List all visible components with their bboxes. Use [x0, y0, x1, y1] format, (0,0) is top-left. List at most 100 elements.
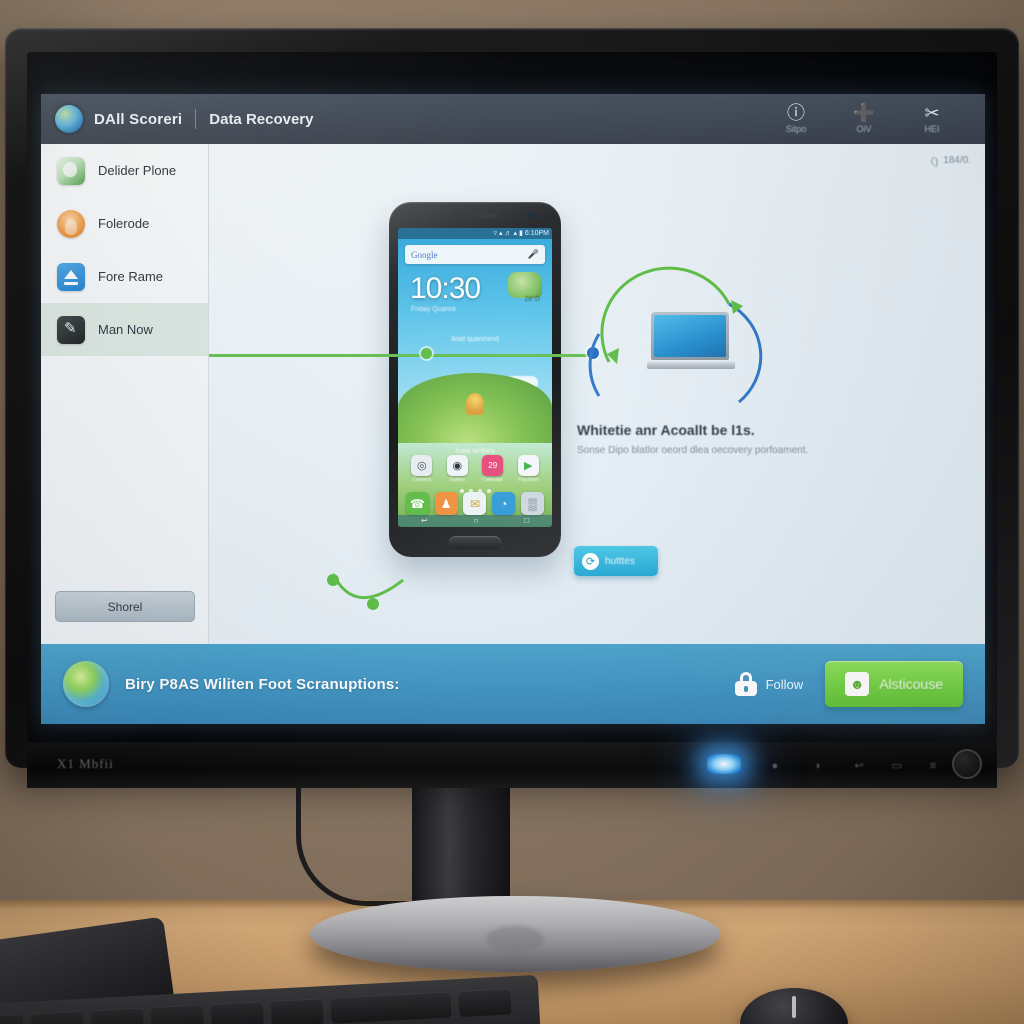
- sidebar-item-fore-rame[interactable]: Fore Rame: [41, 250, 208, 303]
- sync-diagram: [209, 266, 809, 424]
- phone-app-camera[interactable]: ◎ Camera: [411, 455, 433, 483]
- info-subtitle: Sonse Dipo blatlor oeord dlea oecovery p…: [577, 445, 809, 456]
- bezel-button-5[interactable]: ≡: [925, 760, 941, 772]
- key[interactable]: [0, 1013, 25, 1024]
- sidebar-item-man-now[interactable]: Man Now: [41, 303, 208, 356]
- signal-icon: 〈): [924, 157, 939, 168]
- recovery-sync-logo-icon: [63, 661, 109, 707]
- blue-power-led: [707, 754, 741, 774]
- monitor-stand-base: [310, 896, 720, 972]
- sidebar-item-label: Fore Rame: [98, 269, 164, 284]
- google-logo-text: Google: [411, 249, 438, 260]
- app-footer: Biry P8AS Wiliten Foot Scranuptions: Fol…: [41, 644, 985, 724]
- app-drawer-icon[interactable]: ▒: [521, 492, 545, 515]
- phone-app-label: Calendar: [482, 477, 503, 483]
- account-action-label: Alsticouse: [879, 676, 943, 692]
- key[interactable]: [270, 998, 324, 1024]
- gallery-icon: ◉: [446, 455, 468, 476]
- phone-app-label: Gallery: [449, 477, 466, 483]
- phone-weather-label: 28°D: [524, 296, 540, 303]
- volume-icon: ♬: [504, 230, 512, 237]
- browser-icon[interactable]: ◔: [492, 492, 516, 515]
- phone-google-search-bar[interactable]: Google 🎤: [405, 245, 545, 264]
- bezel-button-2[interactable]: ◑: [809, 760, 825, 772]
- key[interactable]: [150, 1004, 204, 1024]
- account-action-button[interactable]: ☻ Alsticouse: [825, 661, 963, 707]
- phone-app-calendar[interactable]: 29 Calendar: [482, 455, 504, 483]
- follow-link-label: Follow: [765, 676, 804, 692]
- header-action-label: HEI: [924, 124, 940, 134]
- footer-text: Biry P8AS Wiliten Foot Scranuptions:: [125, 675, 400, 693]
- lock-icon: [734, 672, 757, 696]
- eject-upload-icon: [57, 262, 85, 291]
- phone-bottom-text: fuwa wcfjors: [455, 448, 495, 455]
- sidebar-footer-button[interactable]: Shorel: [55, 591, 195, 622]
- bezel-button-3[interactable]: ↩: [851, 760, 867, 772]
- monitor-bezel: DAll Scoreri Data Recovery ⓘ Sitpo ➕ OiV…: [27, 52, 997, 742]
- app-body: Delider Plone Folerode Fore Rame Man Now: [41, 144, 985, 644]
- phone-illustration: ▿ ▴ ♬ ▴ ▮ 6:10PM Google 🎤 10:30 Friday Q…: [389, 202, 561, 557]
- app-header: DAll Scoreri Data Recovery ⓘ Sitpo ➕ OiV…: [41, 94, 985, 144]
- monitor-chin: X1 Mbfii ● ◑ ↩ ▭ ≡: [27, 742, 997, 788]
- info-title: Whitetie anr Acoallt be l1s.: [577, 422, 755, 438]
- key[interactable]: [210, 1001, 264, 1024]
- camera-icon: ◎: [411, 455, 433, 476]
- sidebar-item-delider-plone[interactable]: Delider Plone: [41, 144, 208, 197]
- bezel-button-1[interactable]: ●: [767, 760, 783, 772]
- contact-avatar-icon: [57, 209, 85, 238]
- contacts-icon[interactable]: ♟: [434, 492, 458, 515]
- phone-status-time: 6:10PM: [524, 230, 549, 237]
- signal-icon: ▴: [498, 230, 503, 237]
- phone-date-label: Friday Quanra: [411, 306, 456, 313]
- computer-monitor: DAll Scoreri Data Recovery ⓘ Sitpo ➕ OiV…: [5, 28, 1019, 788]
- wifi-icon: ▿: [493, 230, 497, 237]
- scissors-icon: ✂: [924, 103, 940, 123]
- key[interactable]: [90, 1007, 145, 1024]
- battery-icon: ▮: [519, 230, 523, 237]
- main-content: 〈) 184/0. ▿ ▴ ♬ ▴ ▮ 6:10PM Google 🎤 10:3…: [209, 144, 985, 644]
- follow-link[interactable]: Follow: [734, 672, 804, 696]
- sidebar-item-label: Delider Plone: [98, 163, 177, 178]
- header-divider: [195, 109, 197, 129]
- connection-node-green: [421, 348, 432, 359]
- header-action-label: Sitpo: [785, 124, 807, 134]
- header-action-label: OiV: [856, 124, 872, 134]
- key[interactable]: [30, 1010, 85, 1024]
- phone-clock-widget: 10:30: [410, 272, 481, 305]
- sidebar-item-folerode[interactable]: Folerode: [41, 197, 208, 250]
- wallpaper-tree-icon: [466, 393, 484, 415]
- phone-call-icon[interactable]: ☎: [405, 492, 429, 515]
- key[interactable]: [458, 988, 512, 1018]
- phone-app-playstore[interactable]: ▶ Playstore: [517, 455, 539, 483]
- key-space[interactable]: [330, 991, 452, 1024]
- email-icon[interactable]: ✉: [463, 492, 487, 515]
- recents-icon[interactable]: □: [524, 517, 529, 525]
- footer-actions: Follow ☻ Alsticouse: [734, 661, 963, 707]
- calendar-icon: 29: [482, 455, 504, 476]
- connection-line: [209, 354, 594, 357]
- content-cta-button[interactable]: ⟳ hutttes: [574, 546, 658, 576]
- signal-icon: ▴: [513, 230, 518, 237]
- help-circle-icon: ⓘ: [787, 103, 805, 123]
- sidebar: Delider Plone Folerode Fore Rame Man Now: [41, 144, 209, 644]
- phone-screen: ▿ ▴ ♬ ▴ ▮ 6:10PM Google 🎤 10:30 Friday Q…: [398, 228, 552, 527]
- phone-app-gallery[interactable]: ◉ Gallery: [446, 455, 468, 483]
- bottom-connector-arc: [327, 573, 404, 610]
- mic-icon: 🎤: [527, 249, 539, 259]
- power-icon[interactable]: [952, 749, 982, 779]
- account-person-icon: ☻: [845, 672, 870, 696]
- plus-icon: ➕: [852, 103, 876, 123]
- sync-circle-icon: ⟳: [582, 552, 599, 570]
- scissors-icon-button[interactable]: ✂ HEI: [911, 104, 953, 134]
- home-icon[interactable]: ○: [473, 517, 478, 525]
- recovery-globe-icon: [55, 105, 83, 133]
- phone-camera-icon: [528, 212, 535, 219]
- back-icon[interactable]: ↩: [421, 517, 428, 525]
- laptop-icon: [647, 312, 735, 369]
- phone-dock: ☎ ♟ ✉ ◔ ▒: [398, 492, 552, 515]
- bezel-button-4[interactable]: ▭: [889, 760, 905, 772]
- phone-app-row: ◎ Camera ◉ Gallery 29 Calendar ▶ Playsto…: [398, 455, 552, 483]
- help-circle-icon-button[interactable]: ⓘ Sitpo: [775, 104, 817, 134]
- plus-icon-button[interactable]: ➕ OiV: [843, 104, 885, 134]
- app-subtitle: Data Recovery: [209, 110, 314, 128]
